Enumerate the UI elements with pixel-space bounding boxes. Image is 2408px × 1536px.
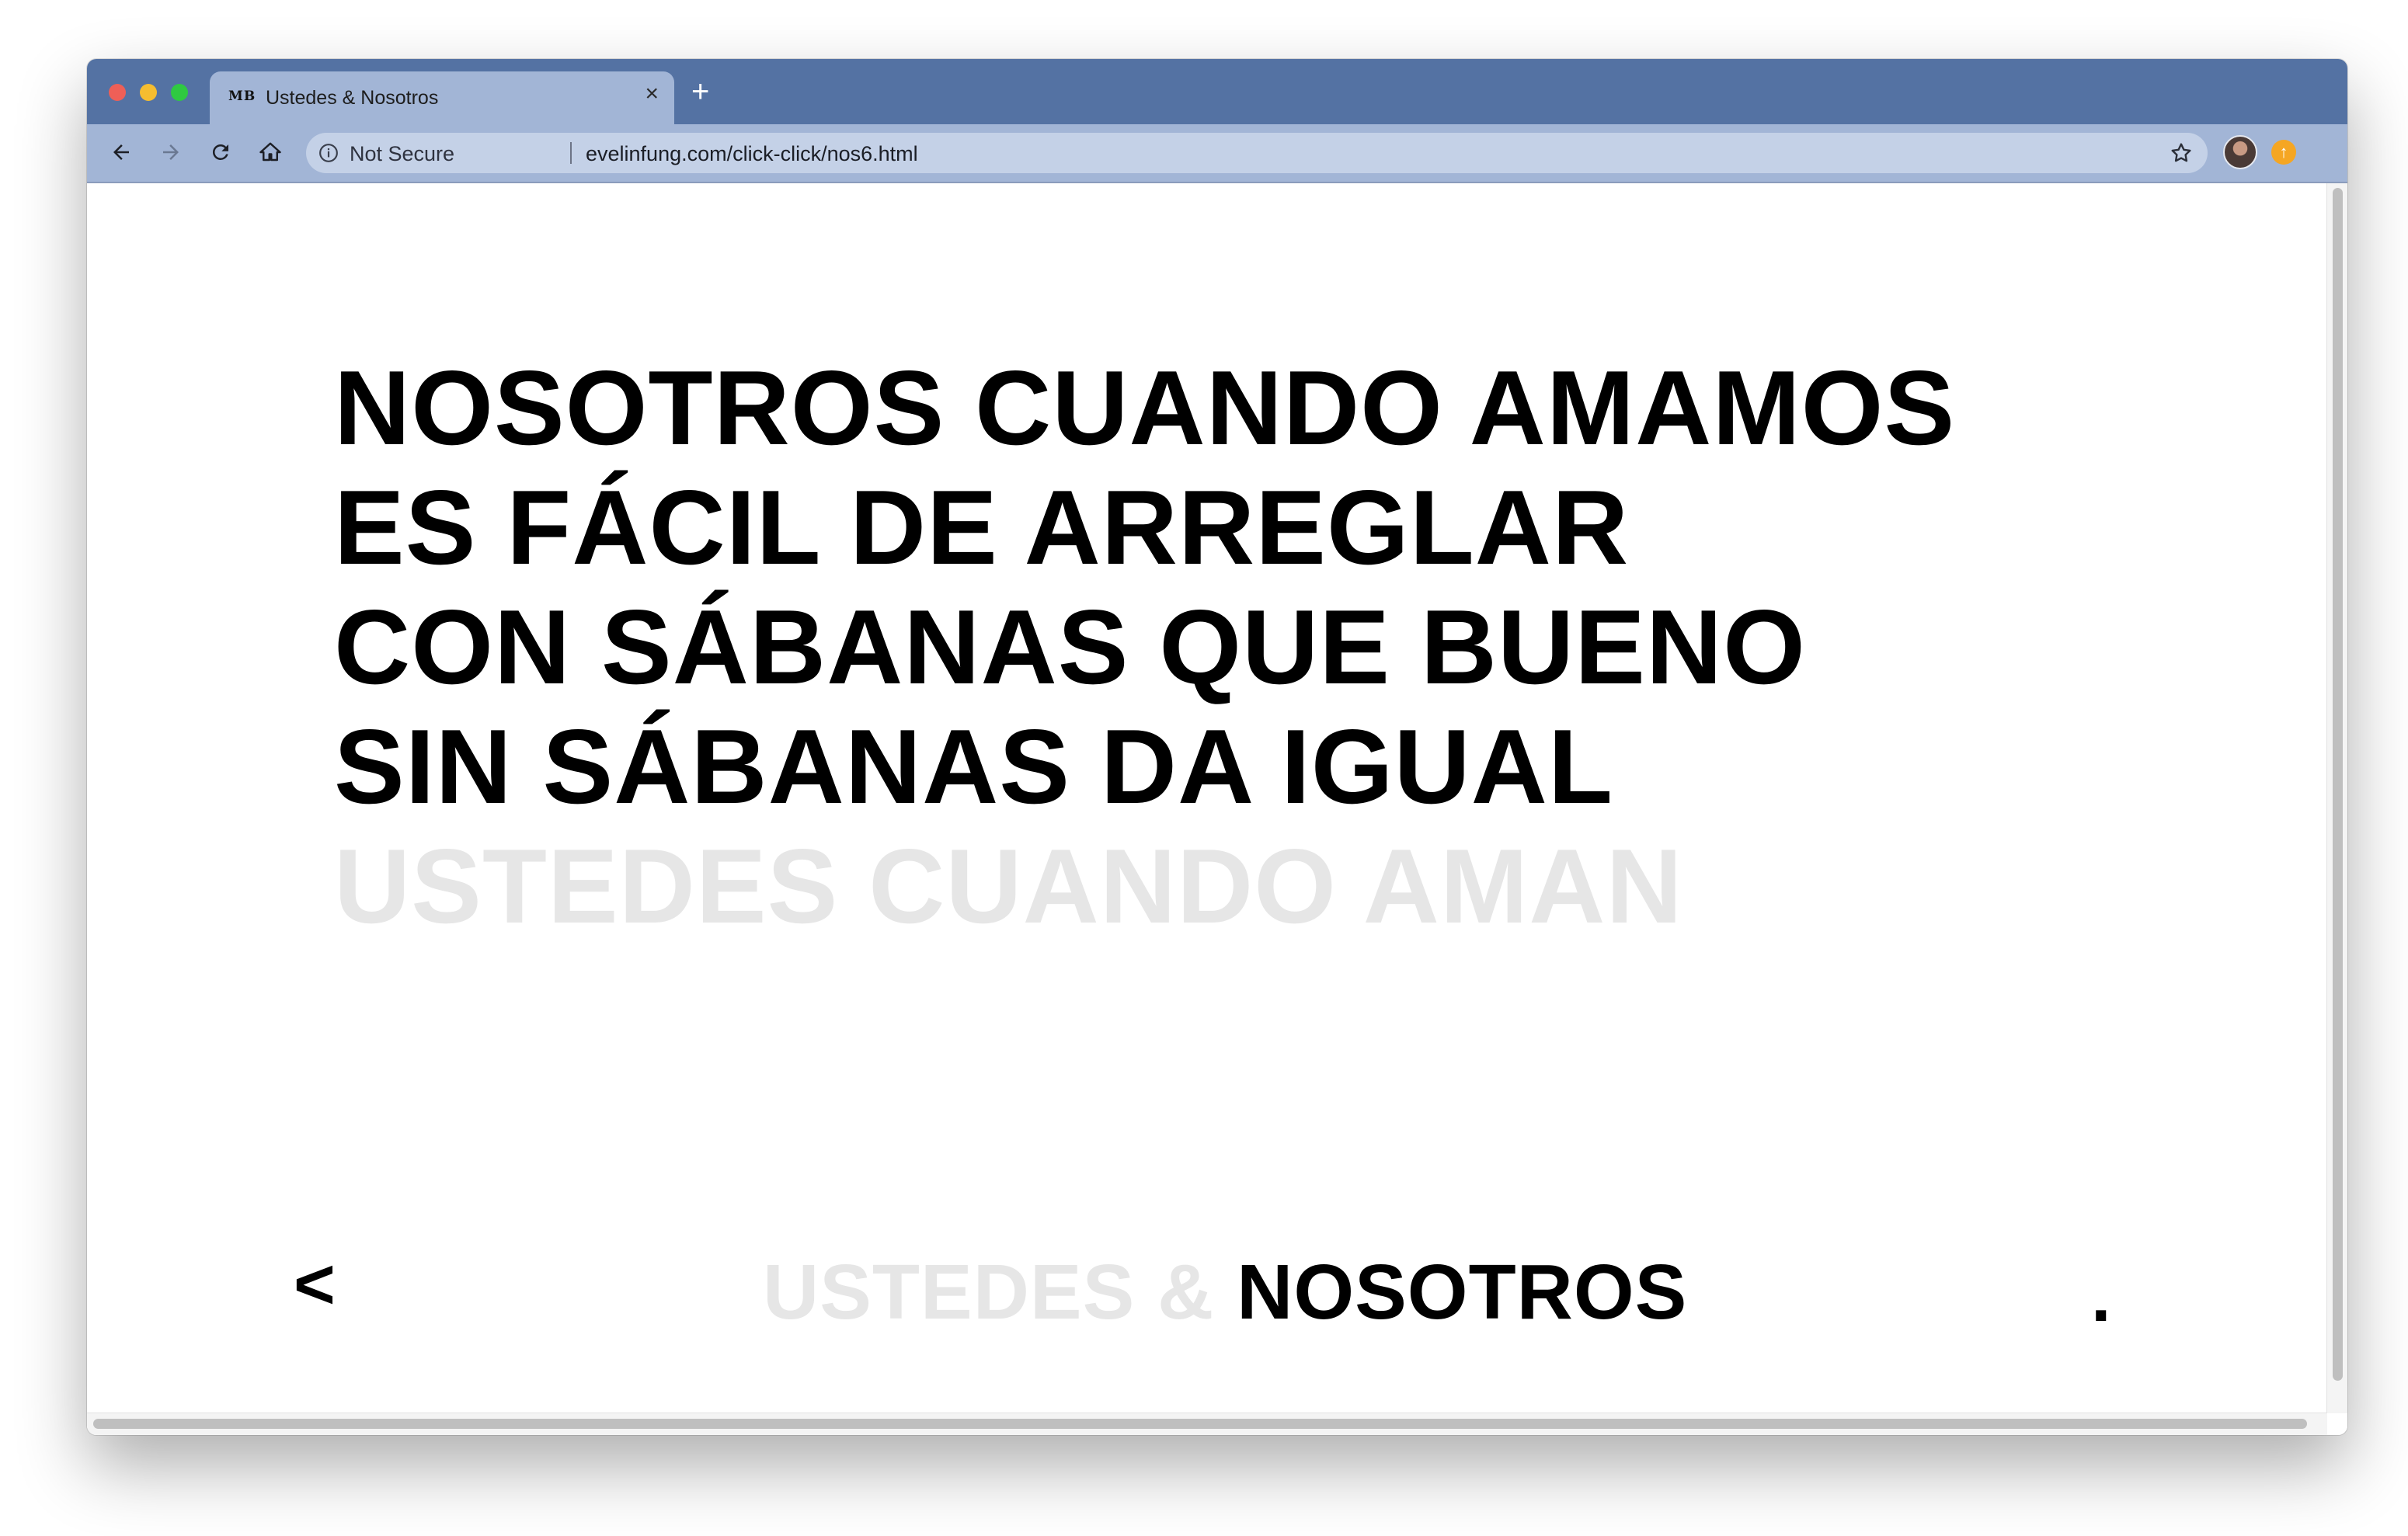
browser-window: MB Ustedes & Nosotros × + Not Secure eve… (87, 59, 2347, 1435)
arrow-right-icon (163, 144, 179, 160)
new-tab-button[interactable]: + (691, 76, 709, 107)
forward-button[interactable] (154, 135, 188, 169)
address-bar[interactable]: Not Secure evelinfung.com/click-click/no… (306, 133, 2208, 173)
screenshot-stage: MB Ustedes & Nosotros × + Not Secure eve… (0, 0, 2408, 1536)
previous-link[interactable]: < (294, 1249, 336, 1320)
star-icon[interactable] (2169, 141, 2194, 165)
home-button[interactable] (253, 135, 287, 169)
site-favicon-icon: MB (228, 89, 256, 104)
tab-strip: MB Ustedes & Nosotros × + (87, 59, 2347, 124)
poem-text: NOSOTROS CUANDO AMAMOS ES FÁCIL DE ARREG… (334, 348, 1955, 946)
poem-line: NOSOTROS CUANDO AMAMOS (334, 349, 1956, 467)
url-divider (570, 142, 572, 164)
site-title-nosotros: NOSOTROS (1237, 1249, 1688, 1336)
site-title[interactable]: USTEDES & NOSOTROS (763, 1253, 1687, 1331)
tab-ustedes-nosotros[interactable]: MB Ustedes & Nosotros × (210, 71, 674, 124)
info-icon[interactable] (318, 143, 339, 163)
home-icon (259, 142, 281, 162)
site-title-ustedes: USTEDES & (763, 1249, 1237, 1336)
browser-toolbar: Not Secure evelinfung.com/click-click/no… (87, 124, 2347, 183)
poem-line: SIN SÁBANAS DA IGUAL (334, 707, 1614, 825)
window-close-button[interactable] (109, 84, 126, 101)
page-viewport: NOSOTROS CUANDO AMAMOS ES FÁCIL DE ARREG… (87, 183, 2347, 1435)
update-icon[interactable]: ↑ (2271, 140, 2296, 165)
poem-line: CON SÁBANAS QUE BUENO (334, 588, 1806, 706)
reload-icon (212, 144, 228, 160)
end-mark: . (2091, 1257, 2111, 1336)
horizontal-scrollbar[interactable] (87, 1413, 2327, 1435)
back-button[interactable] (104, 135, 138, 169)
security-status-label: Not Secure (350, 142, 455, 165)
window-minimize-button[interactable] (140, 84, 157, 101)
horizontal-scrollbar-thumb[interactable] (93, 1419, 2307, 1429)
vertical-scrollbar-thumb[interactable] (2333, 188, 2343, 1381)
url-text[interactable]: evelinfung.com/click-click/nos6.html (586, 142, 918, 166)
arrow-left-icon (113, 144, 129, 160)
poem-line: ES FÁCIL DE ARREGLAR (334, 468, 1630, 586)
reload-button[interactable] (204, 135, 238, 169)
poem-line-faded: USTEDES CUANDO AMAN (334, 827, 1683, 945)
tab-close-icon[interactable]: × (645, 82, 659, 106)
vertical-scrollbar[interactable] (2326, 183, 2347, 1413)
tab-title: Ustedes & Nosotros (266, 87, 439, 109)
avatar[interactable] (2223, 135, 2257, 169)
window-maximize-button[interactable] (171, 84, 188, 101)
